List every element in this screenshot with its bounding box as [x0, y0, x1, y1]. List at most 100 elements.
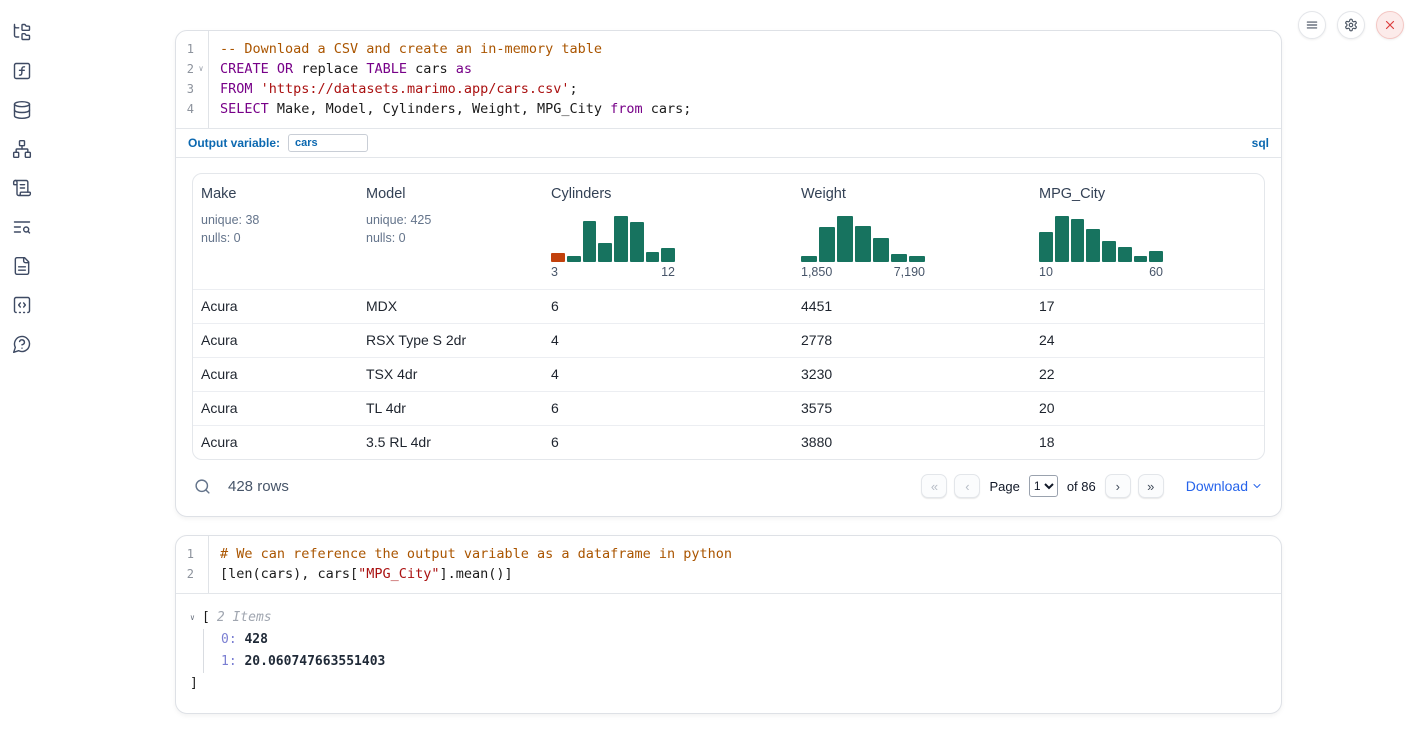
- column-stats: unique: 425 nulls: 0: [366, 211, 535, 247]
- histogram-bar[interactable]: [801, 256, 817, 262]
- line-number-text: 1: [187, 544, 194, 564]
- histogram-bar[interactable]: [598, 243, 612, 262]
- histogram-bar[interactable]: [567, 256, 581, 262]
- python-code-editor[interactable]: 12 # We can reference the output variable…: [176, 536, 1281, 593]
- histogram-bar[interactable]: [614, 216, 628, 262]
- table-footer: 428 rows « ‹ Page 1 of 86 › » Download: [192, 460, 1265, 514]
- table-cell: 22: [1031, 358, 1264, 391]
- code-line[interactable]: SELECT Make, Model, Cylinders, Weight, M…: [220, 99, 1281, 119]
- code-token: OR: [277, 61, 293, 77]
- histogram-bar[interactable]: [1149, 251, 1163, 262]
- table-footer-left: 428 rows: [194, 478, 289, 495]
- sidebar-item-scratchpad[interactable]: [10, 176, 34, 200]
- sidebar-item-dependencies[interactable]: [10, 137, 34, 161]
- hamburger-menu-icon: [1305, 18, 1319, 32]
- table-cell: 20: [1031, 392, 1264, 425]
- output-variable-input[interactable]: [288, 134, 368, 152]
- sidebar-item-help[interactable]: [10, 332, 34, 356]
- line-number: 1: [176, 544, 208, 564]
- histogram-bar[interactable]: [661, 248, 675, 262]
- table-cell: 24: [1031, 324, 1264, 357]
- column-header-model[interactable]: Model unique: 425 nulls: 0: [358, 174, 543, 289]
- table-row[interactable]: AcuraTSX 4dr4323022: [193, 357, 1264, 391]
- line-number-text: 2: [187, 564, 194, 584]
- fold-chevron-icon[interactable]: ∨: [194, 59, 208, 79]
- histogram-bar[interactable]: [1086, 229, 1100, 262]
- column-header-make[interactable]: Make unique: 38 nulls: 0: [193, 174, 358, 289]
- code-line[interactable]: CREATE OR replace TABLE cars as: [220, 59, 1281, 79]
- histogram-bar[interactable]: [1071, 219, 1085, 262]
- shutdown-button[interactable]: [1376, 11, 1404, 39]
- histogram-bar[interactable]: [1102, 241, 1116, 262]
- network-icon: [12, 139, 32, 159]
- function-square-icon: [12, 61, 32, 81]
- code-line[interactable]: # We can reference the output variable a…: [220, 544, 1281, 564]
- code-token: as: [456, 61, 472, 77]
- column-header-cylinders[interactable]: Cylinders 312: [543, 174, 793, 289]
- code-line[interactable]: FROM 'https://datasets.marimo.app/cars.c…: [220, 79, 1281, 99]
- histogram-bar[interactable]: [646, 252, 660, 262]
- sidebar-item-functions[interactable]: [10, 59, 34, 83]
- sql-code-editor[interactable]: 12∨34-- Download a CSV and create an in-…: [176, 31, 1281, 128]
- page-select[interactable]: 1: [1029, 475, 1058, 497]
- histogram-bar[interactable]: [819, 227, 835, 262]
- next-page-button[interactable]: ›: [1105, 474, 1131, 498]
- column-label: Model: [366, 186, 535, 202]
- settings-button[interactable]: [1337, 11, 1365, 39]
- code-line[interactable]: -- Download a CSV and create an in-memor…: [220, 39, 1281, 59]
- sidebar-item-datasources[interactable]: [10, 98, 34, 122]
- folder-tree-icon: [12, 22, 32, 42]
- download-button[interactable]: Download: [1186, 478, 1263, 494]
- line-number-gutter: 12: [176, 536, 209, 593]
- histogram-bar[interactable]: [630, 222, 644, 262]
- search-icon[interactable]: [194, 478, 211, 495]
- column-header-mpg-city[interactable]: MPG_City 1060: [1031, 174, 1264, 289]
- first-page-button[interactable]: «: [921, 474, 947, 498]
- histogram-min-label: 10: [1039, 265, 1053, 279]
- page-label: Page: [989, 479, 1019, 494]
- histogram-bar[interactable]: [1055, 216, 1069, 262]
- previous-page-button[interactable]: ‹: [954, 474, 980, 498]
- gear-icon: [1344, 18, 1358, 32]
- help-circle-icon: [12, 334, 32, 354]
- histogram-bar[interactable]: [551, 253, 565, 262]
- sidebar-item-logs[interactable]: [10, 215, 34, 239]
- column-header-weight[interactable]: Weight 1,8507,190: [793, 174, 1031, 289]
- code-line[interactable]: [len(cars), cars["MPG_City"].mean()]: [220, 564, 1281, 584]
- download-label: Download: [1186, 478, 1248, 494]
- table-cell: MDX: [358, 290, 543, 323]
- histogram-bar[interactable]: [1134, 256, 1148, 262]
- histogram-min-label: 3: [551, 265, 558, 279]
- histogram-bar[interactable]: [1039, 232, 1053, 262]
- histogram-bar[interactable]: [1118, 247, 1132, 262]
- table-row[interactable]: AcuraMDX6445117: [193, 289, 1264, 323]
- code-token: cars: [407, 61, 456, 77]
- table-row[interactable]: AcuraRSX Type S 2dr4277824: [193, 323, 1264, 357]
- histogram-bar[interactable]: [873, 238, 889, 262]
- weight-histogram: 1,8507,190: [801, 214, 925, 279]
- collapse-chevron-icon[interactable]: ∨: [190, 607, 202, 629]
- output-variable-label: Output variable:: [188, 136, 280, 150]
- sidebar-item-snippets[interactable]: [10, 293, 34, 317]
- table-cell: RSX Type S 2dr: [358, 324, 543, 357]
- histogram-bar[interactable]: [891, 254, 907, 262]
- menu-button[interactable]: [1298, 11, 1326, 39]
- histogram-bar[interactable]: [583, 221, 597, 262]
- sidebar-item-documentation[interactable]: [10, 254, 34, 278]
- line-number-text: 1: [187, 39, 194, 59]
- tree-open-bracket: [: [202, 607, 210, 629]
- code-lines[interactable]: # We can reference the output variable a…: [209, 536, 1281, 593]
- notebook: 12∨34-- Download a CSV and create an in-…: [175, 30, 1282, 714]
- histogram-bar[interactable]: [855, 226, 871, 262]
- histogram-bar[interactable]: [837, 216, 853, 262]
- sidebar-item-file-explorer[interactable]: [10, 20, 34, 44]
- histogram-bar[interactable]: [909, 256, 925, 262]
- code-lines[interactable]: -- Download a CSV and create an in-memor…: [209, 31, 1281, 128]
- fold-spacer: [194, 564, 208, 584]
- table-row[interactable]: AcuraTL 4dr6357520: [193, 391, 1264, 425]
- tree-root: ∨ [ 2 Items: [190, 607, 1267, 629]
- table-row[interactable]: Acura3.5 RL 4dr6388018: [193, 425, 1264, 459]
- last-page-button[interactable]: »: [1138, 474, 1164, 498]
- row-count: 428 rows: [228, 478, 289, 495]
- table-cell: Acura: [193, 392, 358, 425]
